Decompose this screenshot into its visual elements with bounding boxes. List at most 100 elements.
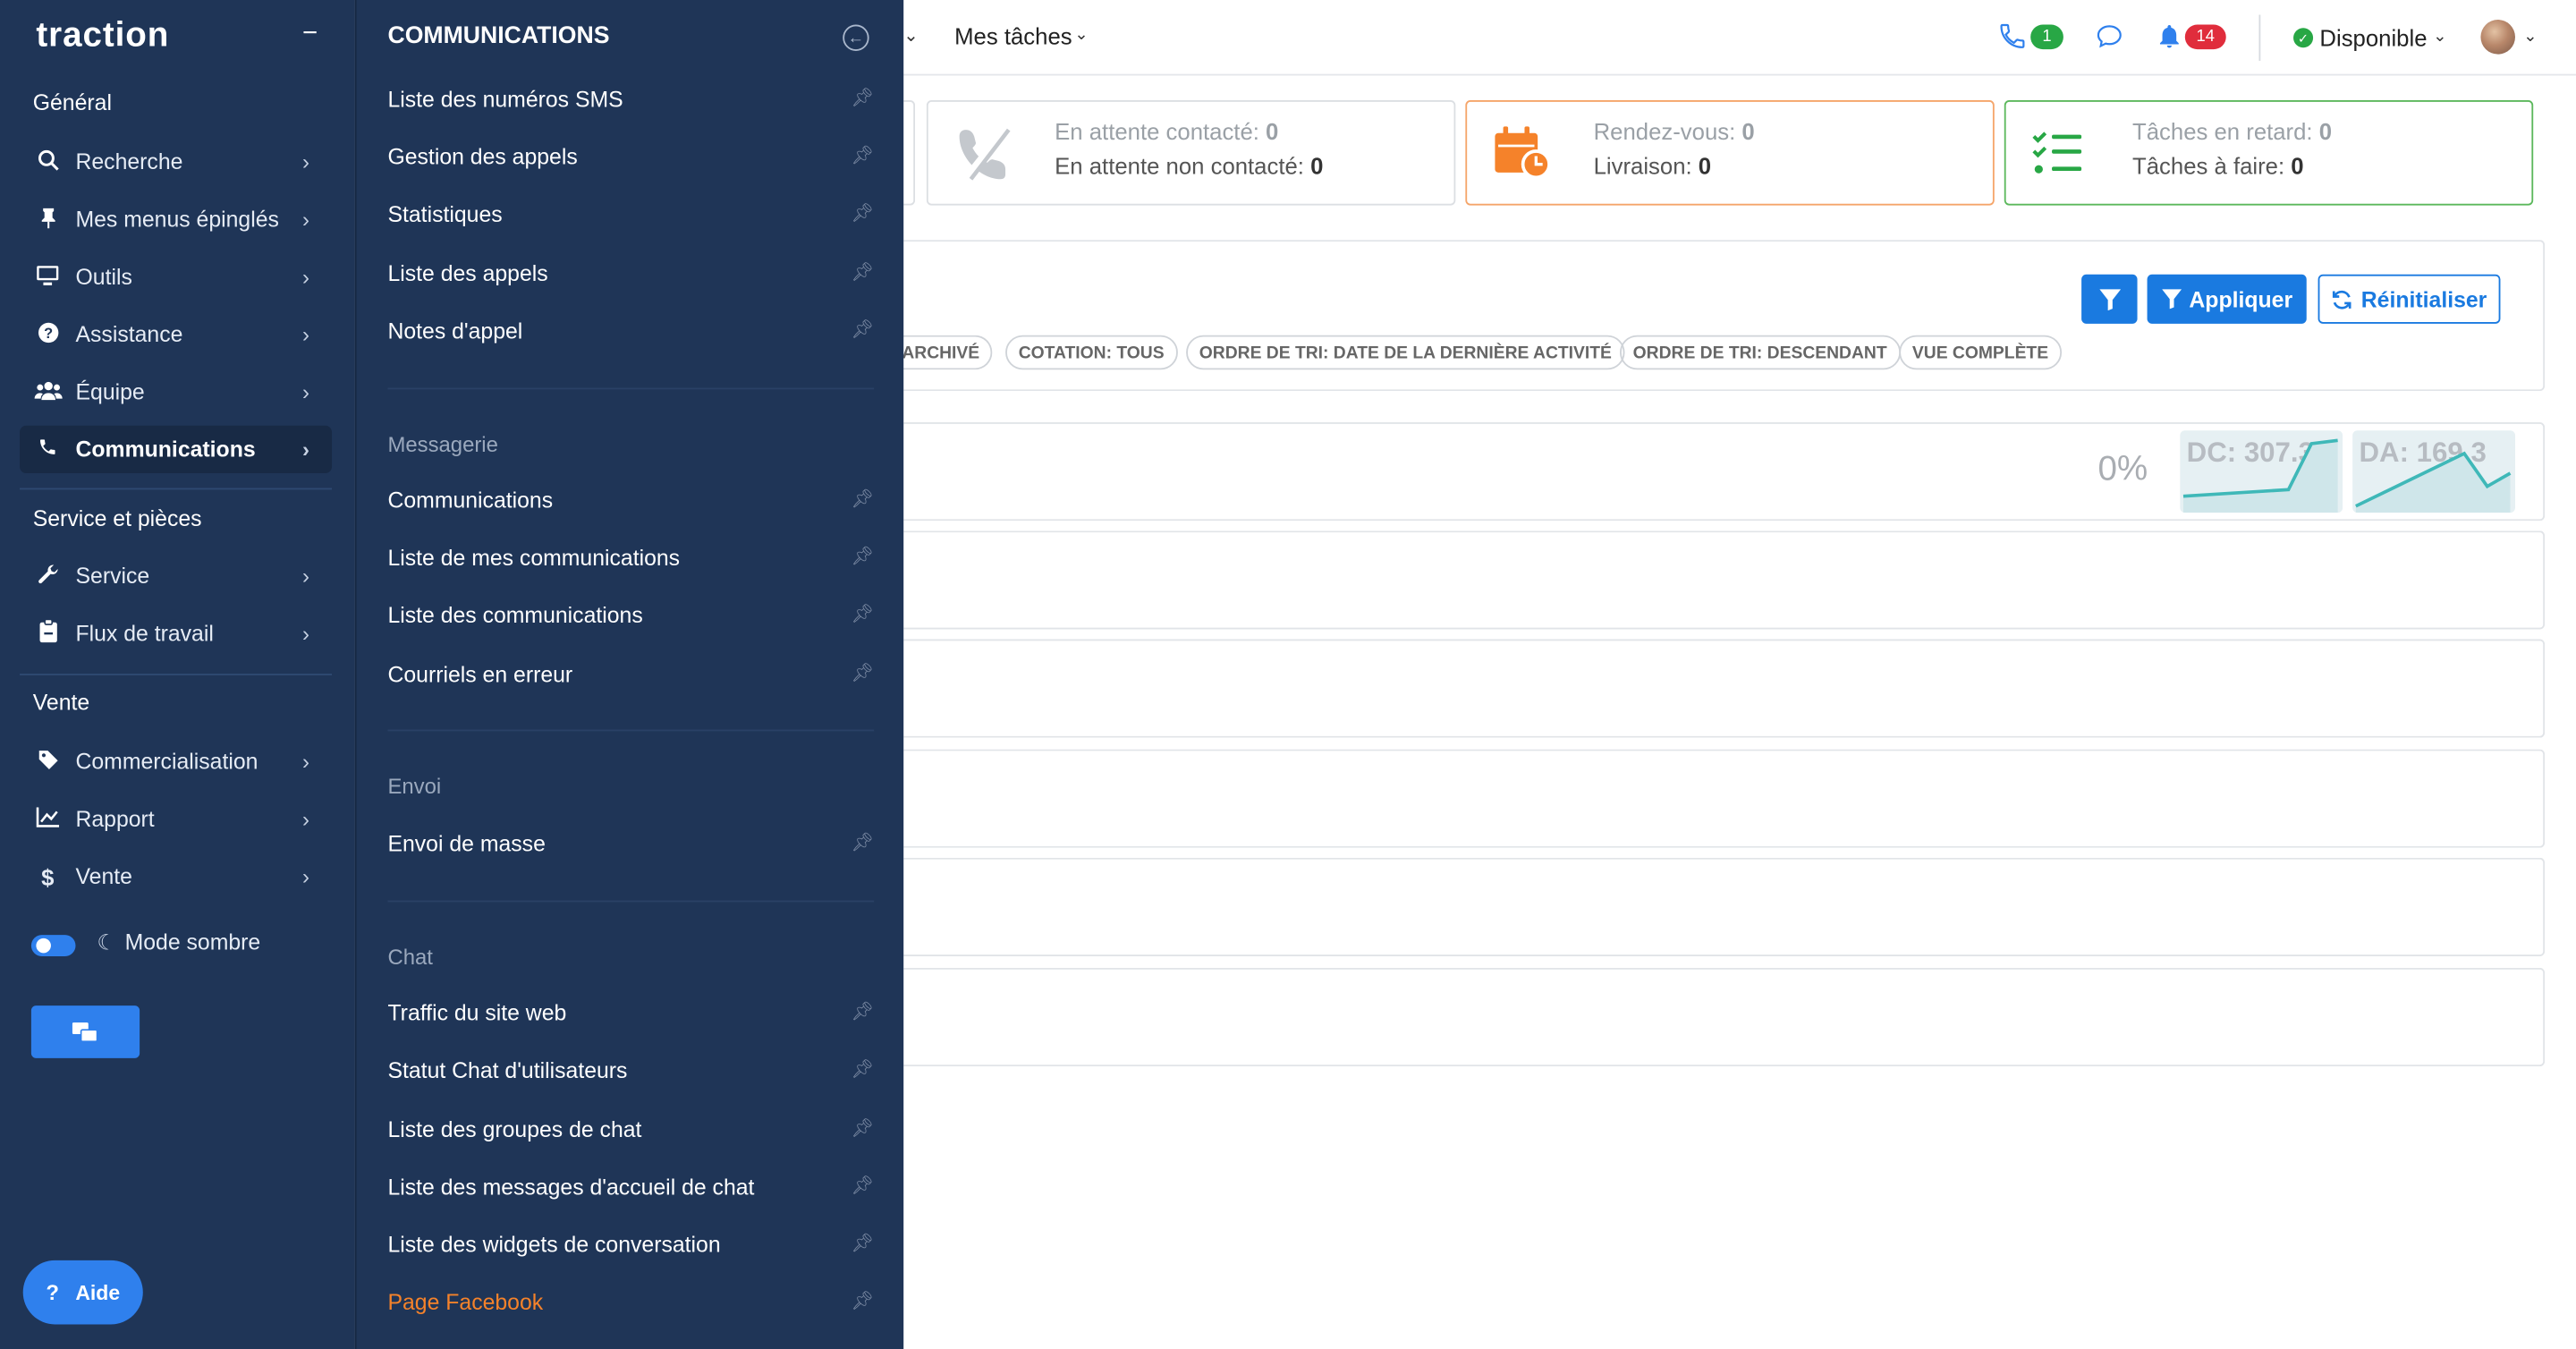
menu-item-user-chat-status[interactable]: Statut Chat d'utilisateurs 📌︎ — [387, 1058, 874, 1083]
sidebar-item-service[interactable]: Service › — [20, 552, 332, 599]
dark-mode-toggle[interactable] — [30, 935, 76, 957]
menu-item-failed-emails[interactable]: Courriels en erreur 📌︎ — [387, 662, 874, 687]
da-sparkline: DA: 169.3 — [2352, 430, 2515, 513]
sidebar-item-marketing[interactable]: Commercialisation › — [20, 738, 332, 785]
users-icon — [20, 378, 75, 404]
sidebar-item-label: Assistance — [75, 322, 183, 347]
phone-badge: 1 — [2030, 24, 2063, 50]
dollar-icon: $ — [41, 863, 55, 890]
tasks-stat-card[interactable]: Tâches en retard: 0 Tâches à faire: 0 — [2004, 100, 2534, 206]
apply-button[interactable]: Appliquer — [2147, 274, 2307, 324]
phone-icon[interactable] — [1997, 21, 2027, 51]
my-tasks-menu[interactable]: Mes tâches — [954, 23, 1072, 49]
menu-item-label: Liste des groupes de chat — [387, 1117, 642, 1142]
filter-tag-full-view[interactable]: VUE COMPLÈTE — [1899, 335, 2062, 370]
avatar[interactable] — [2480, 20, 2515, 55]
filter-tag-sort-field[interactable]: ORDRE DE TRI: DATE DE LA DERNIÈRE ACTIVI… — [1186, 335, 1625, 370]
list-row[interactable] — [903, 639, 2546, 738]
pin-icon[interactable]: 📌︎ — [851, 1175, 874, 1200]
menu-item-communications[interactable]: Communications 📌︎ — [387, 488, 874, 513]
menu-item-website-traffic[interactable]: Traffic du site web 📌︎ — [387, 1001, 874, 1026]
list-row[interactable] — [903, 857, 2546, 957]
menu-item-label: Communications — [387, 488, 554, 513]
chevron-down-icon[interactable]: ⌄ — [903, 25, 919, 46]
chevron-down-icon[interactable]: ⌄ — [1074, 26, 1088, 44]
delivery-value: 0 — [1698, 152, 1712, 180]
check-circle-icon: ✓ — [2293, 28, 2314, 48]
sidebar-item-team[interactable]: Équipe › — [20, 368, 332, 415]
filter-tag-archived[interactable]: ARCHIVÉ — [890, 335, 993, 370]
sidebar-item-tools[interactable]: Outils › — [20, 253, 332, 301]
pin-icon[interactable]: 📌︎ — [851, 87, 874, 112]
menu-item-call-list[interactable]: Liste des appels 📌︎ — [387, 261, 874, 286]
pin-icon[interactable]: 📌︎ — [851, 1058, 874, 1083]
pin-icon[interactable]: 📌︎ — [851, 1233, 874, 1258]
menu-item-chat-welcome-messages[interactable]: Liste des messages d'accueil de chat 📌︎ — [387, 1175, 874, 1200]
arrow-left-icon[interactable]: ← — [843, 24, 869, 51]
dc-sparkline-chart — [2182, 438, 2338, 513]
pin-icon[interactable]: 📌︎ — [851, 261, 874, 286]
dc-sparkline: DC: 307.3 — [2180, 430, 2343, 513]
menu-item-communications-list[interactable]: Liste des communications 📌︎ — [387, 603, 874, 628]
reset-label: Réinitialiser — [2360, 286, 2487, 312]
menu-item-facebook-page[interactable]: Page Facebook 📌︎ — [387, 1290, 874, 1315]
chart-line-icon — [20, 806, 75, 832]
chevron-right-icon: › — [301, 864, 309, 889]
chevron-down-icon[interactable]: ⌄ — [2523, 28, 2537, 46]
chevron-down-icon[interactable]: ⌄ — [2433, 28, 2446, 46]
menu-item-sms-numbers[interactable]: Liste des numéros SMS 📌︎ — [387, 87, 874, 112]
sidebar-item-report[interactable]: Rapport › — [20, 795, 332, 843]
minus-icon[interactable]: − — [302, 20, 318, 49]
sidebar-item-search[interactable]: Recherche › — [20, 138, 332, 185]
sidebar-item-assistance[interactable]: ? Assistance › — [20, 310, 332, 358]
communications-flyout: COMMUNICATIONS ← Liste des numéros SMS 📌︎… — [354, 0, 904, 1349]
chat-bubble-icon[interactable] — [2095, 21, 2124, 51]
todo-tasks-label: Tâches à faire: — [2132, 152, 2285, 180]
pin-icon[interactable]: 📌︎ — [851, 1001, 874, 1026]
menu-item-call-notes[interactable]: Notes d'appel 📌︎ — [387, 318, 874, 344]
moon-icon: ☾ — [97, 929, 116, 955]
stat-card-partial — [903, 100, 916, 206]
filter-button[interactable] — [2081, 274, 2138, 324]
sidebar-item-workflow[interactable]: Flux de travail › — [20, 609, 332, 657]
pin-icon[interactable]: 📌︎ — [851, 1117, 874, 1142]
menu-item-conversation-widgets[interactable]: Liste des widgets de conversation 📌︎ — [387, 1233, 874, 1258]
filter-tag-sort-order[interactable]: ORDRE DE TRI: DESCENDANT — [1619, 335, 1901, 370]
chat-bubbles-icon — [72, 1022, 98, 1042]
filter-tag-quote[interactable]: COTATION: TOUS — [1005, 335, 1178, 370]
menu-item-label: Page Facebook — [387, 1289, 544, 1315]
menu-item-label: Courriels en erreur — [387, 662, 573, 687]
divider — [20, 488, 333, 490]
sidebar-item-sales[interactable]: $ Vente › — [20, 853, 332, 900]
pin-icon[interactable]: 📌︎ — [851, 603, 874, 628]
pin-icon[interactable]: 📌︎ — [851, 145, 874, 170]
reset-button[interactable]: Réinitialiser — [2318, 274, 2501, 324]
pin-icon[interactable]: 📌︎ — [851, 546, 874, 571]
app-logo[interactable]: traction — [36, 16, 169, 55]
availability-status[interactable]: Disponible — [2319, 25, 2427, 51]
menu-item-statistics[interactable]: Statistiques 📌︎ — [387, 202, 874, 227]
list-row[interactable] — [903, 967, 2546, 1067]
menu-item-mass-send[interactable]: Envoi de masse 📌︎ — [387, 831, 874, 856]
list-row[interactable] — [903, 530, 2546, 630]
sidebar-item-communications[interactable]: Communications › — [20, 425, 333, 473]
menu-item-label: Liste des communications — [387, 603, 643, 628]
help-button[interactable]: ? Aide — [22, 1260, 143, 1325]
contact-stat-card[interactable]: En attente contacté: 0 En attente non co… — [926, 100, 1456, 206]
menu-item-call-management[interactable]: Gestion des appels 📌︎ — [387, 145, 874, 170]
pin-icon[interactable]: 📌︎ — [851, 488, 874, 513]
pin-icon[interactable]: 📌︎ — [851, 318, 874, 344]
menu-item-chat-groups[interactable]: Liste des groupes de chat 📌︎ — [387, 1117, 874, 1142]
menu-item-my-communications[interactable]: Liste de mes communications 📌︎ — [387, 546, 874, 571]
pin-icon[interactable]: 📌︎ — [851, 202, 874, 227]
pin-icon[interactable]: 📌︎ — [851, 1290, 874, 1315]
pin-icon[interactable]: 📌︎ — [851, 831, 874, 856]
pin-icon[interactable]: 📌︎ — [851, 662, 874, 687]
chat-button[interactable] — [30, 1005, 140, 1058]
appointment-stat-card[interactable]: Rendez-vous: 0 Livraison: 0 — [1465, 100, 1995, 206]
list-row[interactable] — [903, 749, 2546, 848]
menu-item-label: Statistiques — [387, 201, 503, 227]
sidebar-item-label: Recherche — [75, 149, 183, 174]
sidebar-item-pinned[interactable]: Mes menus épinglés › — [20, 196, 332, 243]
bell-icon[interactable] — [2156, 21, 2183, 51]
